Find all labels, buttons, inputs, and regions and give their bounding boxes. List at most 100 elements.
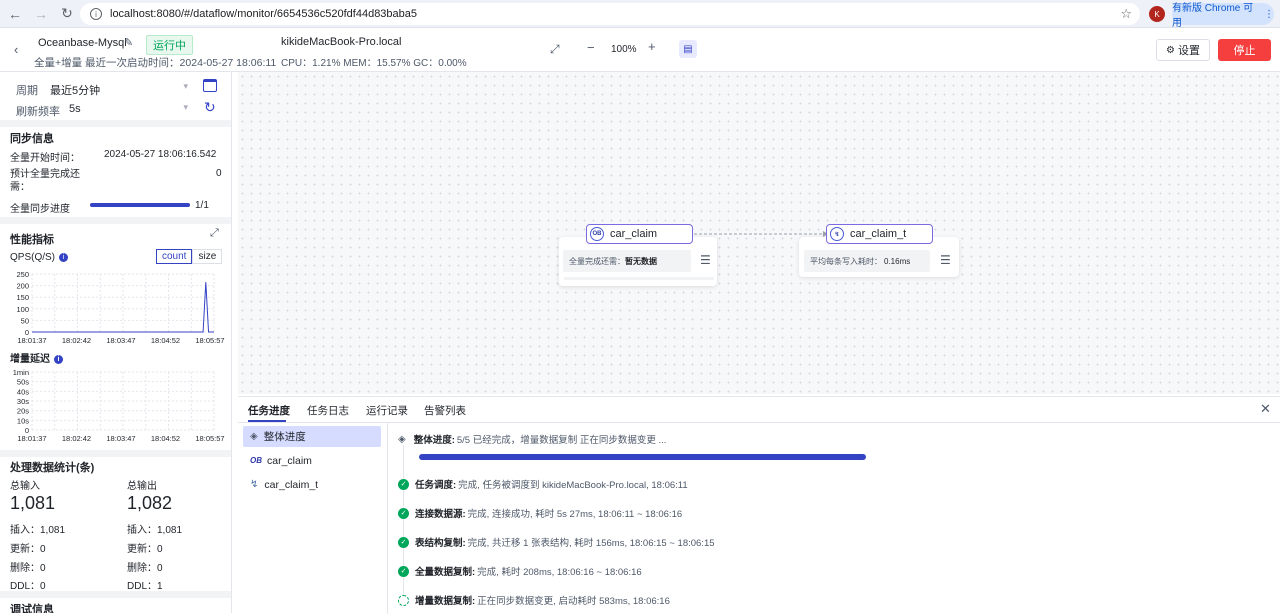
out-ddl: DDL：1 bbox=[127, 581, 163, 592]
target-node-title[interactable]: ↯ car_claim_t bbox=[826, 224, 933, 244]
period-value: 最近5分钟 bbox=[50, 85, 101, 97]
in-update: 更新：0 bbox=[10, 544, 46, 555]
out-insert: 插入：1,081 bbox=[127, 525, 183, 536]
back-arrow-icon[interactable]: ‹ bbox=[14, 42, 18, 57]
close-icon[interactable]: ✕ bbox=[1260, 401, 1271, 417]
stop-button[interactable]: 停止 bbox=[1218, 39, 1271, 61]
edit-icon[interactable]: ✎ bbox=[124, 36, 133, 49]
tab-run-records[interactable]: 运行记录 bbox=[366, 403, 408, 418]
fit-screen-icon[interactable]: ⤢ bbox=[550, 42, 560, 57]
profile-avatar[interactable]: K bbox=[1149, 6, 1165, 22]
step-label: 任务调度: bbox=[415, 480, 457, 491]
x-tick-label: 18:04:52 bbox=[151, 434, 180, 443]
progress-fill bbox=[90, 203, 190, 207]
zoom-level: 100% bbox=[611, 44, 637, 55]
period-select[interactable]: 最近5分钟 ▾ bbox=[50, 81, 190, 98]
task-subtitle: 全量+增量 最近一次启动时间：2024-05-27 18:06:11 bbox=[34, 57, 277, 69]
address-bar[interactable]: i localhost:8080/#/dataflow/monitor/6654… bbox=[80, 3, 1140, 25]
zoom-in-icon[interactable]: + bbox=[648, 39, 656, 54]
chevron-down-icon: ▾ bbox=[183, 102, 188, 112]
list-icon[interactable]: ☰ bbox=[700, 253, 711, 267]
list-item-source[interactable]: OB car_claim bbox=[243, 450, 381, 471]
step-text: 完成, 共迁移 1 张表结构, 耗时 156ms, 18:06:15 ~ 18:… bbox=[467, 538, 715, 549]
list-item-overall[interactable]: ◈ 整体进度 bbox=[243, 426, 381, 447]
chevron-down-icon: ▾ bbox=[183, 81, 188, 91]
y-tick-label: 200 bbox=[16, 282, 29, 291]
y-tick-label: 50 bbox=[21, 316, 29, 325]
node-footer-bar bbox=[564, 277, 714, 280]
source-node-title[interactable]: OB car_claim bbox=[586, 224, 693, 244]
step-text: 正在同步数据变更, 启动耗时 583ms, 18:06:16 bbox=[477, 596, 670, 607]
list-icon[interactable]: ☰ bbox=[940, 253, 951, 267]
source-metric: 全量完成还需： 暂无数据 bbox=[563, 250, 691, 272]
mysql-icon: ↯ bbox=[250, 479, 259, 490]
size-toggle[interactable]: size bbox=[192, 249, 223, 264]
source-node[interactable]: 全量完成还需： 暂无数据 ☰ bbox=[559, 237, 717, 286]
info-icon[interactable]: i bbox=[54, 354, 63, 364]
check-circle-icon: ✓ bbox=[398, 536, 409, 548]
x-tick-label: 18:03:47 bbox=[106, 434, 135, 443]
zoom-out-icon[interactable]: − bbox=[587, 40, 595, 55]
step-incremental-copy: 增量数据复制: 正在同步数据变更, 启动耗时 583ms, 18:06:16 bbox=[398, 593, 670, 607]
reload-icon[interactable]: ↻ bbox=[56, 3, 78, 25]
divider bbox=[0, 591, 231, 598]
sync-info-title: 同步信息 bbox=[10, 133, 54, 145]
refresh-select[interactable]: 5s ▾ bbox=[69, 102, 190, 115]
task-header: ‹ Oceanbase-Mysql ✎ 运行中 全量+增量 最近一次启动时间：2… bbox=[0, 28, 1280, 72]
x-tick-label: 18:01:37 bbox=[17, 434, 46, 443]
x-tick-label: 18:02:42 bbox=[62, 336, 91, 345]
y-tick-label: 50s bbox=[17, 378, 29, 387]
settings-label: 设置 bbox=[1177, 45, 1200, 57]
stats-title: 处理数据统计(条) bbox=[10, 462, 95, 474]
full-start-value: 2024-05-27 18:06:16.542 bbox=[104, 149, 217, 160]
tab-task-progress[interactable]: 任务进度 bbox=[248, 403, 290, 418]
chrome-update-button[interactable]: 有新版 Chrome 可用 ⋮ bbox=[1172, 3, 1274, 29]
bookmark-star-icon[interactable]: ☆ bbox=[1120, 6, 1132, 22]
site-info-icon[interactable]: i bbox=[90, 8, 102, 20]
layers-icon: ◈ bbox=[250, 431, 258, 442]
qps-unit-toggle: count size bbox=[156, 249, 223, 264]
check-circle-icon: ✓ bbox=[398, 507, 409, 519]
x-tick-label: 18:01:37 bbox=[17, 336, 46, 345]
y-tick-label: 100 bbox=[16, 305, 29, 314]
eta-label: 预计全量完成还需： bbox=[10, 169, 80, 193]
list-divider bbox=[387, 423, 388, 614]
latency-chart: 1min50s40s30s20s10s018:01:37 18:02:42 18:0… bbox=[13, 368, 225, 443]
mysql-icon: ↯ bbox=[830, 227, 844, 241]
step-text: 完成, 连接成功, 耗时 5s 27ms, 18:06:11 ~ 18:06:1… bbox=[467, 509, 683, 520]
check-circle-icon: ✓ bbox=[398, 478, 409, 490]
resource-metrics: CPU：1.21% MEM：15.57% GC：0.00% bbox=[281, 58, 467, 69]
latency-title: 增量延迟 i bbox=[10, 350, 63, 365]
refresh-icon[interactable]: ↻ bbox=[204, 99, 216, 116]
back-icon[interactable]: ← bbox=[4, 3, 26, 25]
fullscreen-icon[interactable]: ⤢ bbox=[210, 227, 219, 240]
divider bbox=[0, 120, 231, 127]
y-tick-label: 150 bbox=[16, 293, 29, 302]
out-update: 更新：0 bbox=[127, 544, 163, 555]
overall-progress-fill bbox=[419, 454, 866, 460]
overall-label: 整体进度: bbox=[413, 435, 455, 446]
info-icon[interactable]: i bbox=[59, 252, 69, 262]
y-tick-label: 10s bbox=[17, 416, 29, 425]
step-label: 连接数据源: bbox=[415, 509, 466, 520]
tabs-divider bbox=[238, 422, 1280, 423]
tab-task-log[interactable]: 任务日志 bbox=[307, 403, 349, 418]
perf-title: 性能指标 bbox=[10, 234, 54, 246]
clipboard-icon[interactable]: ▤ bbox=[679, 40, 697, 58]
source-metric-value: 暂无数据 bbox=[625, 256, 657, 266]
list-item-target[interactable]: ↯ car_claim_t bbox=[243, 474, 381, 495]
gear-icon: ⚙ bbox=[1166, 44, 1175, 56]
tab-alert-list[interactable]: 告警列表 bbox=[424, 403, 466, 418]
in-ddl: DDL：0 bbox=[10, 581, 46, 592]
count-toggle[interactable]: count bbox=[156, 249, 193, 264]
forward-icon[interactable]: → bbox=[30, 3, 52, 25]
settings-button[interactable]: ⚙ 设置 bbox=[1156, 39, 1210, 61]
y-tick-label: 1min bbox=[13, 368, 29, 377]
source-node-name: car_claim bbox=[610, 228, 658, 240]
step-label: 增量数据复制: bbox=[415, 596, 476, 607]
calendar-icon[interactable] bbox=[203, 79, 217, 92]
step-schema-copy: ✓ 表结构复制: 完成, 共迁移 1 张表结构, 耗时 156ms, 18:06:1… bbox=[398, 535, 715, 549]
monitor-sidebar: 周期 最近5分钟 ▾ 刷新频率 5s ▾ ↻ 同步信息 全量开始时间： 2024… bbox=[0, 72, 232, 613]
qps-title: QPS(Q/S) i bbox=[10, 252, 69, 263]
dag-canvas[interactable]: 全量完成还需： 暂无数据 ☰ OB car_claim 平均每条写入耗时： 0.… bbox=[238, 72, 1280, 394]
